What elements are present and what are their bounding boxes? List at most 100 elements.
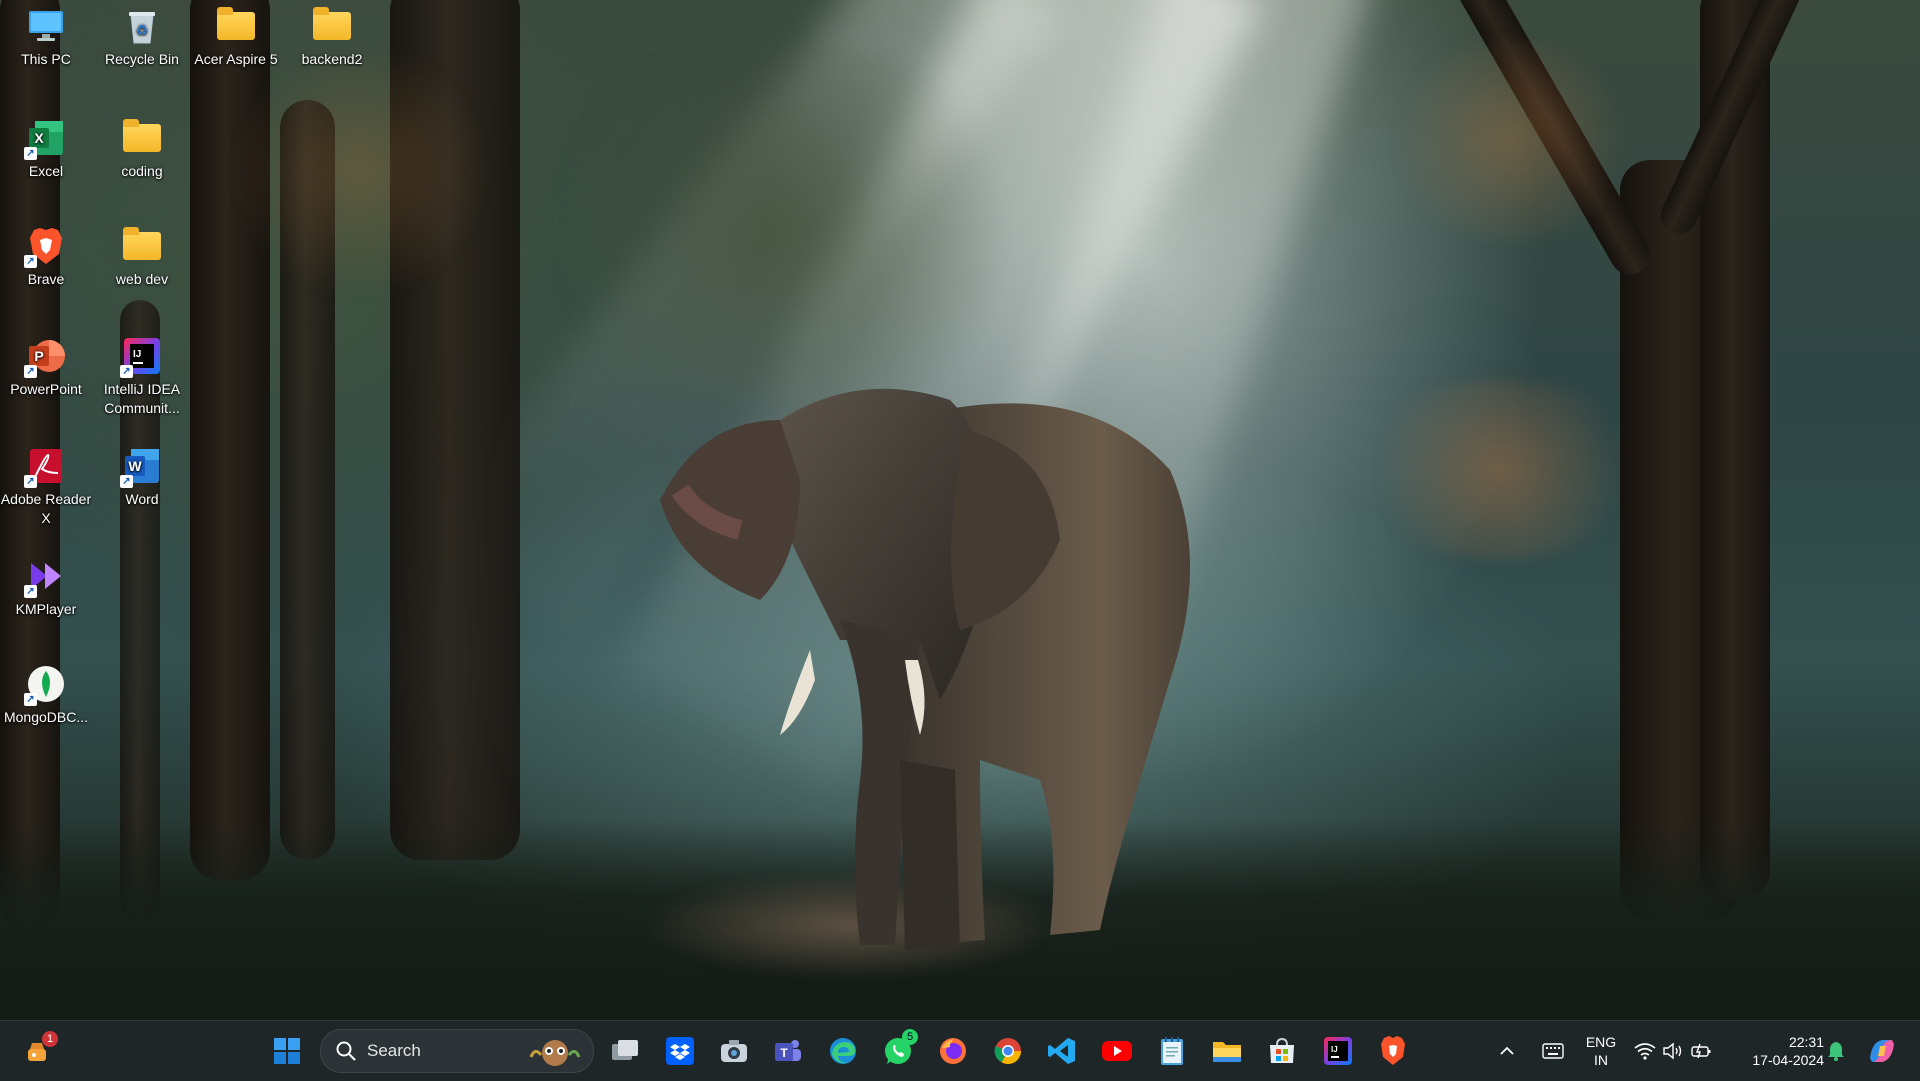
taskbar-app-teams[interactable]: T (768, 1031, 808, 1071)
vscode-icon (1048, 1038, 1075, 1064)
desktop-icon-excel[interactable]: X ↗ Excel (0, 118, 92, 181)
folder-icon (122, 226, 162, 266)
taskbar-app-firefox[interactable] (933, 1031, 973, 1071)
desktop-icon-label: web dev (115, 271, 169, 287)
wifi-icon (1634, 1043, 1656, 1060)
whatsapp-badge: 5 (902, 1029, 918, 1045)
search-icon (336, 1041, 356, 1061)
adobe-reader-icon: ↗ (24, 446, 66, 488)
keyboard-icon (1542, 1043, 1564, 1059)
taskbar-app-vscode[interactable] (1042, 1031, 1082, 1071)
shortcut-arrow-icon: ↗ (24, 585, 37, 598)
file-explorer-icon (1213, 1042, 1241, 1062)
clock-button[interactable]: 22:31 17-04-2024 (1730, 1031, 1824, 1071)
desktop-icon-intellij[interactable]: IJ ↗ IntelliJ IDEA Communit... (96, 336, 188, 418)
shortcut-arrow-icon: ↗ (24, 365, 37, 378)
taskbar-search-box[interactable]: Search (320, 1029, 594, 1073)
desktop-icon-label: backend2 (301, 51, 363, 67)
folder-icon (216, 6, 256, 46)
taskbar-app-brave[interactable] (1373, 1031, 1413, 1071)
intellij-icon: IJ (1324, 1037, 1352, 1065)
excel-icon: X ↗ (24, 118, 66, 160)
desktop-icon-label: KMPlayer (15, 601, 77, 617)
desktop-wallpaper (0, 0, 1920, 1020)
desktop-icon-mongodb[interactable]: ↗ MongoDBC... (0, 664, 92, 727)
desktop-icon-label: Brave (27, 271, 65, 287)
desktop-icon-label: Excel (28, 163, 64, 179)
desktop-icon-label: IntelliJ IDEA Communit... (103, 381, 181, 416)
svg-text:X: X (34, 130, 44, 146)
camera-icon (721, 1040, 747, 1062)
svg-text:IJ: IJ (133, 349, 141, 360)
shortcut-arrow-icon: ↗ (24, 475, 37, 488)
copilot-icon (1870, 1040, 1894, 1062)
notifications-button[interactable] (1822, 1031, 1850, 1071)
taskbar-app-youtube[interactable] (1097, 1031, 1137, 1071)
shortcut-arrow-icon: ↗ (24, 693, 37, 706)
desktop-icon-label: Acer Aspire 5 (194, 51, 278, 67)
clock-time: 22:31 (1788, 1034, 1824, 1050)
brave-icon: ↗ (24, 226, 66, 268)
recycle-bin-icon: ♻ (122, 6, 162, 46)
desktop-icon-label: Word (125, 491, 159, 507)
elephant-image (660, 388, 1190, 950)
chrome-icon (994, 1038, 1022, 1065)
desktop-icon-label: MongoDBC... (3, 709, 89, 725)
shortcut-arrow-icon: ↗ (120, 475, 133, 488)
desktop-icon-acer-aspire-5[interactable]: Acer Aspire 5 (190, 6, 282, 69)
edge-icon (830, 1038, 856, 1064)
svg-text:P: P (34, 348, 43, 364)
taskbar-app-notepad[interactable] (1152, 1031, 1192, 1071)
desktop-icon-kmplayer[interactable]: ↗ KMPlayer (0, 556, 92, 619)
microsoft-store-icon (1270, 1037, 1294, 1063)
desktop-icon-backend2[interactable]: backend2 (286, 6, 378, 69)
taskbar-app-whatsapp[interactable]: 5 (878, 1029, 918, 1071)
folder-icon (122, 118, 162, 158)
task-view-button[interactable] (605, 1031, 645, 1071)
taskbar-app-edge[interactable] (823, 1031, 863, 1071)
desktop-icon-brave[interactable]: ↗ Brave (0, 226, 92, 289)
desktop-icon-word[interactable]: W ↗ Word (96, 446, 188, 509)
bell-icon (1828, 1042, 1844, 1061)
desktop-icon-label: coding (121, 163, 163, 179)
svg-text:IJ: IJ (1331, 1045, 1338, 1054)
battery-charging-icon (1691, 1043, 1711, 1059)
taskbar-app-microsoft-store[interactable] (1262, 1031, 1302, 1071)
firefox-icon (940, 1038, 966, 1064)
notepad-icon (1161, 1037, 1183, 1065)
search-highlight-image-icon (529, 1040, 581, 1066)
desktop-icon-label: Adobe Reader X (0, 491, 92, 526)
desktop-icon-label: PowerPoint (10, 381, 82, 397)
desktop-icon-recycle-bin[interactable]: ♻ Recycle Bin (96, 6, 188, 69)
powerpoint-icon: P ↗ (24, 336, 66, 378)
folder-icon (312, 6, 352, 46)
desktop-icon-label: This PC (21, 51, 71, 67)
show-hidden-icons-button[interactable] (1492, 1031, 1522, 1071)
teams-icon: T (775, 1040, 801, 1061)
monitor-icon (26, 6, 66, 46)
desktop-icon-this-pc[interactable]: This PC (0, 6, 92, 69)
language-indicator[interactable]: ENG IN (1580, 1031, 1622, 1071)
taskbar-app-file-explorer[interactable] (1207, 1031, 1247, 1071)
desktop-icon-web-dev[interactable]: web dev (96, 226, 188, 289)
svg-text:W: W (128, 458, 142, 474)
taskbar-app-intellij[interactable]: IJ (1318, 1031, 1358, 1071)
taskbar-app-dropbox[interactable] (660, 1031, 700, 1071)
desktop-icon-coding[interactable]: coding (96, 118, 188, 181)
start-button[interactable] (267, 1031, 307, 1071)
language-code: ENG (1585, 1034, 1617, 1050)
shortcut-arrow-icon: ↗ (120, 365, 133, 378)
shortcut-arrow-icon: ↗ (24, 255, 37, 268)
desktop-icon-adobe-reader[interactable]: ↗ Adobe Reader X (0, 446, 92, 528)
shortcut-arrow-icon: ↗ (24, 147, 37, 160)
touch-keyboard-button[interactable] (1538, 1031, 1568, 1071)
taskbar-app-chrome[interactable] (988, 1031, 1028, 1071)
copilot-button[interactable] (1862, 1031, 1902, 1071)
widgets-button[interactable]: 1 (18, 1031, 58, 1071)
intellij-icon: IJ ↗ (120, 336, 162, 378)
quick-settings-button[interactable] (1632, 1031, 1714, 1071)
taskbar-app-camera[interactable] (714, 1031, 754, 1071)
word-icon: W ↗ (120, 446, 162, 488)
desktop-icon-powerpoint[interactable]: P ↗ PowerPoint (0, 336, 92, 399)
clock-date: 17-04-2024 (1752, 1052, 1824, 1068)
